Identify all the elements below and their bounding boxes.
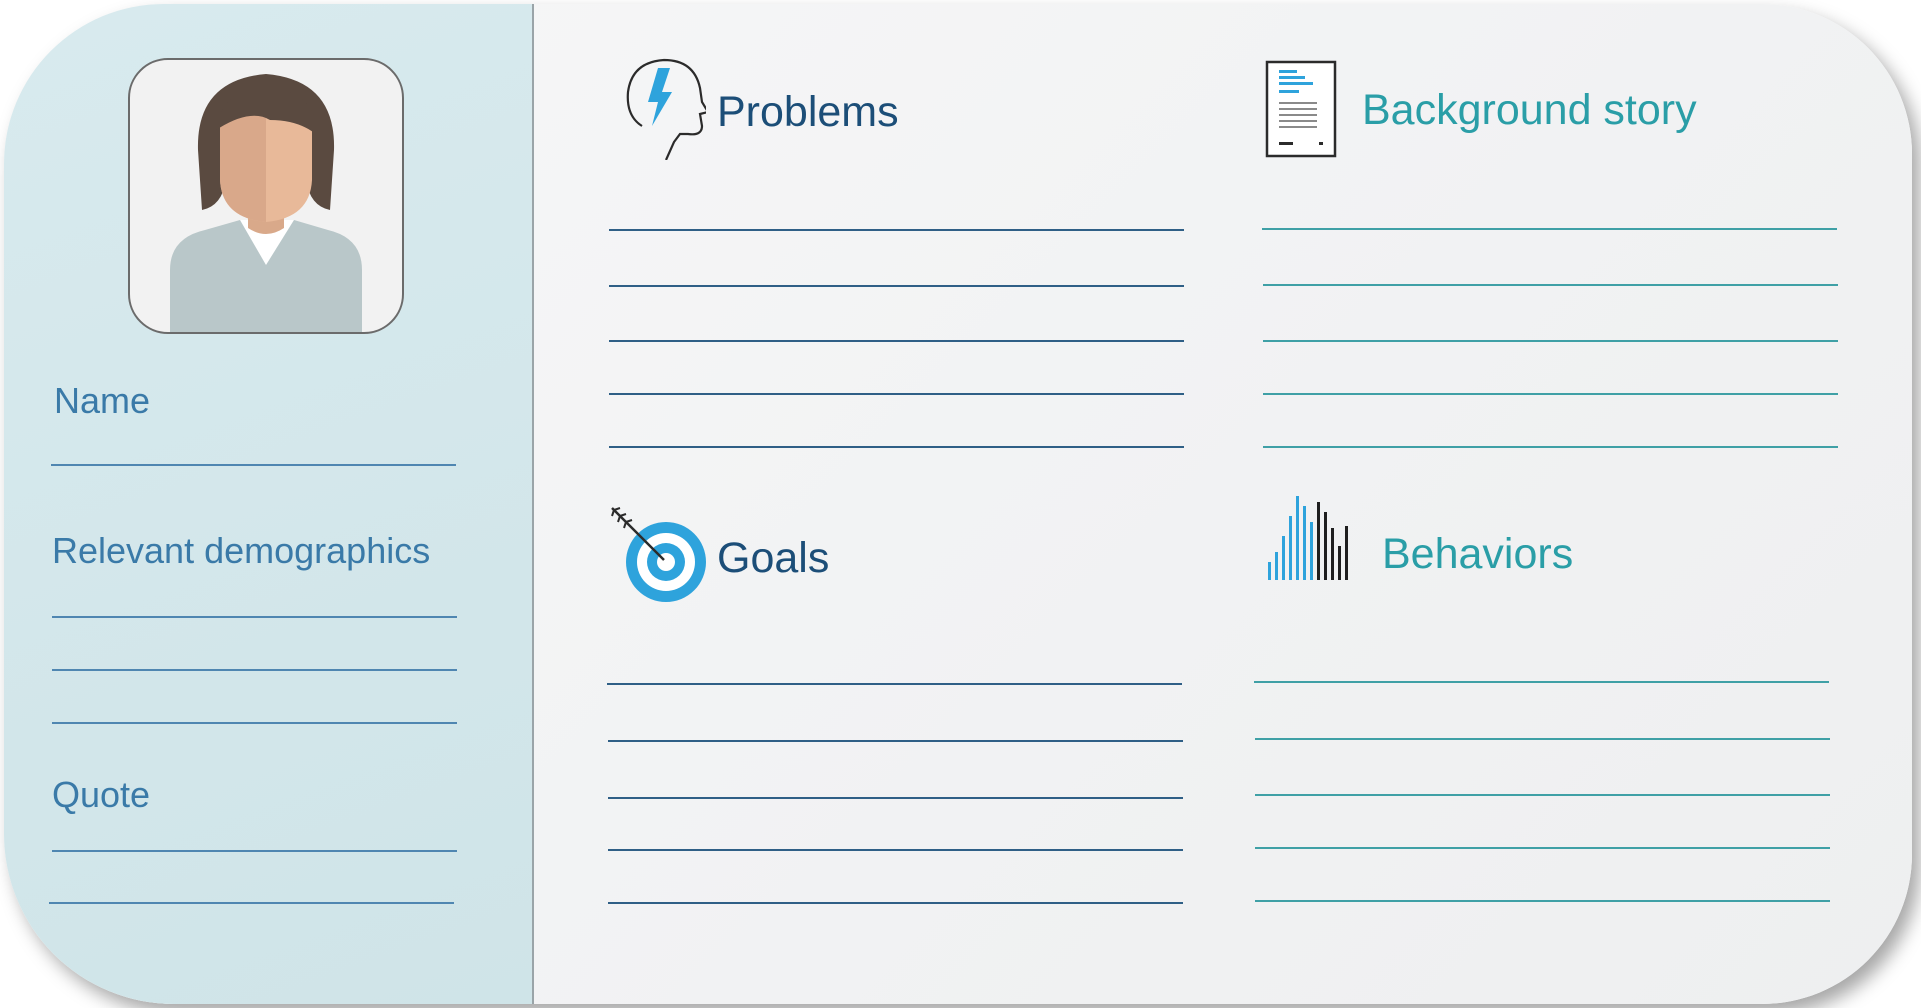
avatar-woman-icon <box>170 74 362 332</box>
bar-chart-icon <box>1268 496 1348 580</box>
persona-card: Name Relevant demographics Quote Problem… <box>4 4 1912 1004</box>
background-line-1[interactable] <box>1262 228 1837 230</box>
problems-line-4[interactable] <box>609 393 1184 395</box>
problems-line-2[interactable] <box>609 285 1184 287</box>
behaviors-line-2[interactable] <box>1255 738 1830 740</box>
avatar <box>128 58 404 334</box>
behaviors-line-1[interactable] <box>1254 681 1829 683</box>
behaviors-heading: Behaviors <box>1382 530 1574 578</box>
goals-line-3[interactable] <box>608 797 1183 799</box>
demographics-line-2[interactable] <box>52 669 457 671</box>
left-panel: Name Relevant demographics Quote <box>4 4 534 1004</box>
problems-line-1[interactable] <box>609 229 1184 231</box>
name-label: Name <box>54 380 151 421</box>
document-icon <box>1265 60 1337 158</box>
background-line-2[interactable] <box>1263 284 1838 286</box>
goals-line-2[interactable] <box>608 740 1183 742</box>
goals-line-4[interactable] <box>608 849 1183 851</box>
background-line-4[interactable] <box>1263 393 1838 395</box>
problems-heading: Problems <box>717 88 899 136</box>
quote-line-1[interactable] <box>52 850 457 852</box>
problems-line-5[interactable] <box>609 446 1184 448</box>
goals-heading: Goals <box>717 534 830 582</box>
goals-line-1[interactable] <box>607 683 1182 685</box>
quote-label: Quote <box>52 774 151 815</box>
demographics-line-3[interactable] <box>52 722 457 724</box>
problems-line-3[interactable] <box>609 340 1184 342</box>
background-line-3[interactable] <box>1263 340 1838 342</box>
behaviors-line-3[interactable] <box>1255 794 1830 796</box>
name-line[interactable] <box>51 464 456 466</box>
head-lightning-icon <box>626 58 706 160</box>
behaviors-line-5[interactable] <box>1255 900 1830 902</box>
demographics-line-1[interactable] <box>52 616 457 618</box>
goals-line-5[interactable] <box>608 902 1183 904</box>
target-arrow-icon <box>611 507 706 602</box>
quote-line-2[interactable] <box>49 902 454 904</box>
demographics-label: Relevant demographics <box>52 530 431 571</box>
background-line-5[interactable] <box>1263 446 1838 448</box>
behaviors-line-4[interactable] <box>1255 847 1830 849</box>
background-heading: Background story <box>1362 86 1697 134</box>
